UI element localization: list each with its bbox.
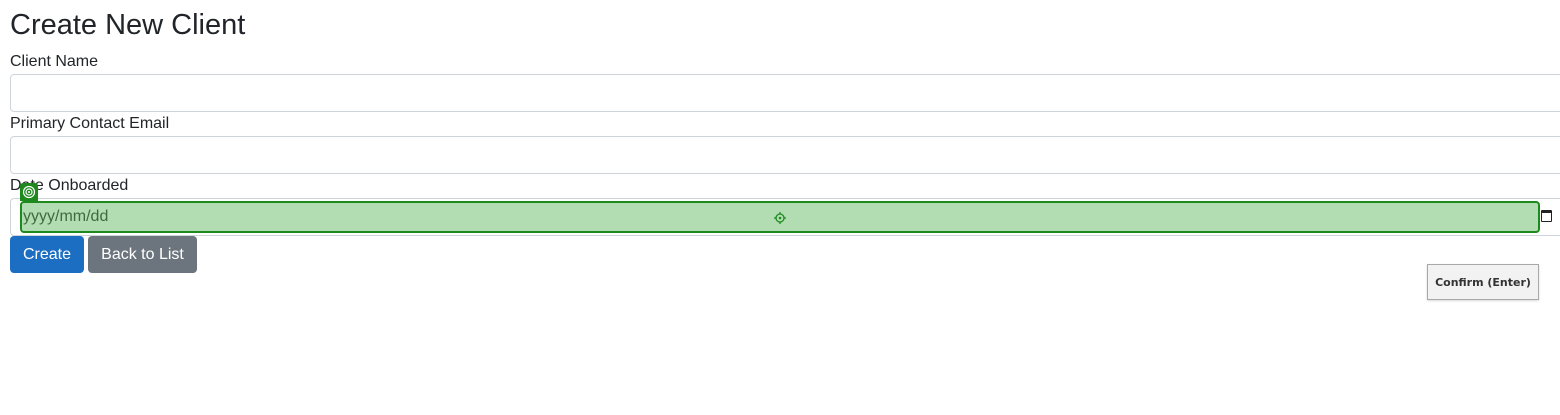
create-button[interactable]: Create — [10, 236, 84, 273]
client-name-input[interactable] — [10, 74, 1560, 112]
target-icon — [774, 211, 786, 224]
page-title: Create New Client — [10, 9, 246, 41]
primary-contact-email-input[interactable] — [10, 136, 1560, 174]
primary-contact-email-label: Primary Contact Email — [10, 115, 170, 132]
back-to-list-button[interactable]: Back to List — [88, 236, 197, 273]
calendar-icon[interactable] — [1541, 210, 1552, 222]
marker-badge-icon — [20, 183, 38, 201]
confirm-button[interactable]: Confirm (Enter) — [1427, 264, 1539, 300]
date-onboarded-placeholder: yyyy/mm/dd — [23, 208, 109, 225]
create-client-page: Create New Client Client Name Primary Co… — [0, 0, 1560, 415]
client-name-label: Client Name — [10, 53, 99, 70]
